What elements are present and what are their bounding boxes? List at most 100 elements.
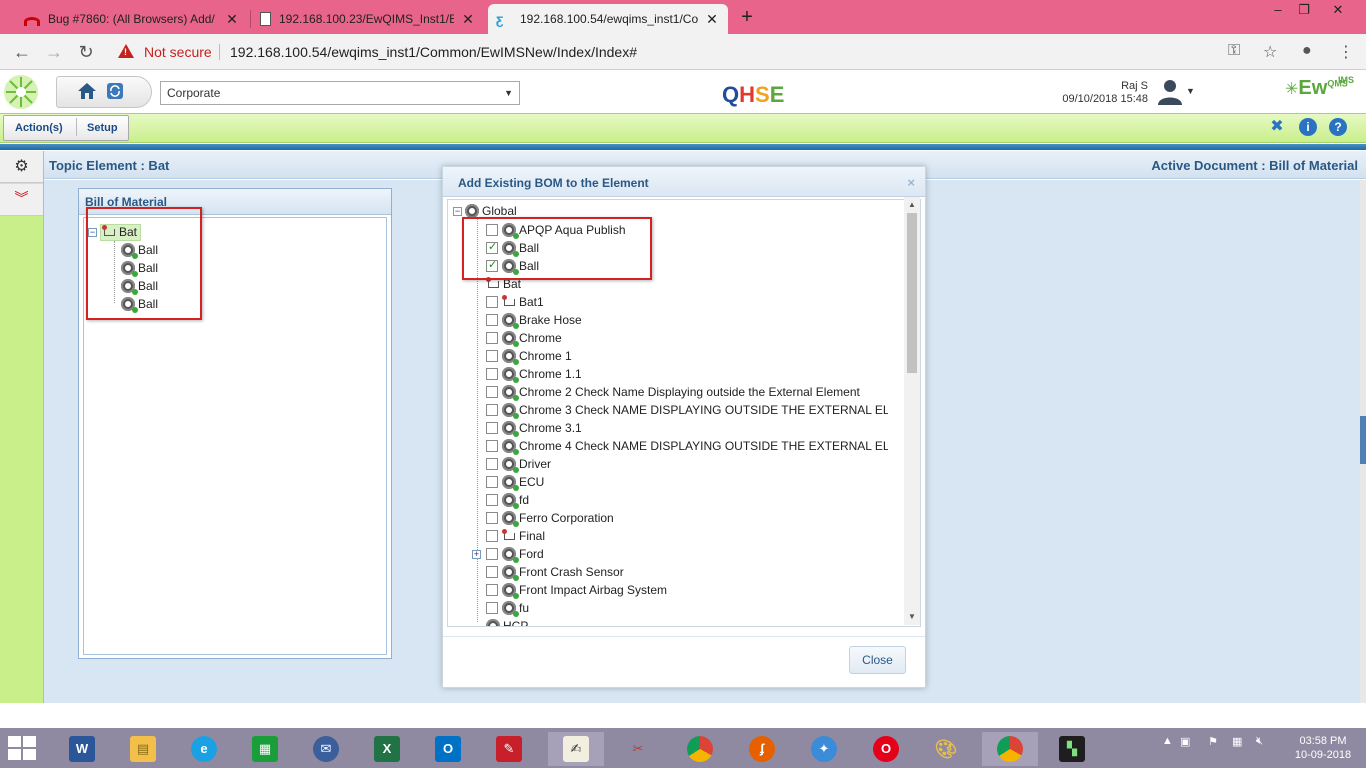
windows-start-icon[interactable] <box>8 736 38 760</box>
snipping-tool-icon[interactable]: ✂ <box>610 732 666 766</box>
dialog-close-icon[interactable]: × <box>907 175 915 190</box>
bom-option-item[interactable]: Bat1 <box>486 293 544 311</box>
close-button[interactable]: Close <box>849 646 906 674</box>
page-scrollbar-thumb[interactable] <box>1360 416 1366 464</box>
menu-actions[interactable]: Action(s) <box>15 122 63 134</box>
firefox-icon[interactable]: ʄ <box>734 732 790 766</box>
checkbox[interactable] <box>486 350 498 362</box>
not-secure-warning-icon[interactable]: ! <box>118 44 134 58</box>
bookmark-star-icon[interactable]: ☆ <box>1263 42 1277 62</box>
scroll-up-icon[interactable]: ▲ <box>904 197 920 213</box>
checkbox[interactable] <box>486 476 498 488</box>
checkbox[interactable] <box>486 566 498 578</box>
dialog-tree-scrollbar[interactable]: ▲ ▼ <box>904 197 920 625</box>
menu-setup[interactable]: Setup <box>87 122 118 134</box>
checkbox[interactable] <box>486 602 498 614</box>
bom-option-item[interactable]: Ferro Corporation <box>486 509 614 527</box>
scroll-down-icon[interactable]: ▼ <box>904 609 920 625</box>
bom-option-item[interactable]: Front Crash Sensor <box>486 563 624 581</box>
back-icon[interactable]: ← <box>10 40 34 64</box>
reload-icon[interactable]: ↻ <box>74 40 98 64</box>
tray-flag-icon[interactable]: ⚑ <box>1208 735 1218 748</box>
key-icon[interactable]: ⚿ <box>1228 42 1240 60</box>
bom-option-item[interactable]: + Ford <box>472 545 544 563</box>
checkbox[interactable] <box>486 512 498 524</box>
checkbox[interactable] <box>486 440 498 452</box>
outlook-icon[interactable]: O <box>420 732 476 766</box>
user-menu-caret-icon[interactable]: ▼ <box>1186 86 1195 96</box>
checkbox[interactable] <box>486 332 498 344</box>
bom-option-item[interactable]: Brake Hose <box>486 311 582 329</box>
bom-option-item[interactable]: Chrome 1 <box>486 347 572 365</box>
bom-option-item[interactable]: Chrome 2 Check Name Displaying outside t… <box>486 383 860 401</box>
paint-app-icon[interactable]: ✎ <box>481 732 537 766</box>
bom-option-item[interactable]: Chrome <box>486 329 562 347</box>
terminal-app-icon[interactable]: ▚ <box>1044 732 1100 766</box>
checkbox[interactable] <box>486 548 498 560</box>
checkbox[interactable] <box>486 314 498 326</box>
page-scrollbar[interactable] <box>1360 180 1366 703</box>
excel-icon[interactable]: X <box>359 732 415 766</box>
bom-option-label: Ferro Corporation <box>519 511 614 525</box>
close-tab-icon[interactable]: ✕ <box>224 11 240 28</box>
checkbox[interactable] <box>486 530 498 542</box>
bom-option-item[interactable]: ECU <box>486 473 544 491</box>
store-icon[interactable]: ▦ <box>237 732 293 766</box>
not-secure-label[interactable]: Not secure <box>144 44 212 60</box>
opera-icon[interactable]: O <box>858 732 914 766</box>
bom-option-item[interactable]: HCP <box>486 617 528 626</box>
network-icon[interactable]: ▦ <box>1232 735 1242 748</box>
file-explorer-icon[interactable]: ▤ <box>115 732 171 766</box>
browser-tab-1[interactable]: Bug #7860: (All Browsers) Add/ F ✕ <box>16 4 248 34</box>
bom-option-item[interactable]: Final <box>486 527 545 545</box>
checkbox[interactable] <box>486 422 498 434</box>
info-icon[interactable]: i <box>1299 118 1317 136</box>
menu-kebab-icon[interactable]: ⋮ <box>1338 42 1354 62</box>
chrome-icon[interactable] <box>672 732 728 766</box>
highlight-box <box>462 217 652 280</box>
bom-option-item[interactable]: Driver <box>486 455 551 473</box>
chrome-active-icon[interactable] <box>982 732 1038 766</box>
safari-icon[interactable]: ✦ <box>796 732 852 766</box>
checkbox[interactable] <box>486 458 498 470</box>
checkbox[interactable] <box>486 404 498 416</box>
expand-icon[interactable]: + <box>472 549 481 559</box>
close-window-icon[interactable]: ✕ <box>1324 0 1352 20</box>
thunderbird-icon[interactable]: ✉ <box>298 732 354 766</box>
help-icon[interactable]: ? <box>1329 118 1347 136</box>
bom-option-item[interactable]: fd <box>486 491 529 509</box>
checkbox[interactable] <box>486 368 498 380</box>
bom-option-item[interactable]: Chrome 4 Check NAME DISPLAYING OUTSIDE T… <box>486 437 888 455</box>
bom-option-item[interactable]: Chrome 1.1 <box>486 365 582 383</box>
internet-explorer-icon[interactable]: e <box>176 732 232 766</box>
bom-option-item[interactable]: Chrome 3 Check NAME DISPLAYING OUTSIDE T… <box>486 401 888 419</box>
dialog-scrollbar-thumb[interactable] <box>907 213 917 373</box>
checkbox[interactable] <box>486 386 498 398</box>
profile-icon[interactable]: ● <box>1302 42 1312 60</box>
minimize-icon[interactable]: – <box>1264 0 1292 20</box>
bom-option-item[interactable]: Chrome 3.1 <box>486 419 582 437</box>
bom-option-item[interactable]: Front Impact Airbag System <box>486 581 667 599</box>
pin-icon[interactable]: ✖ <box>1268 118 1286 136</box>
expand-down-icon[interactable]: ︾ <box>0 184 43 216</box>
volume-muted-icon[interactable]: 🔇︎ <box>1256 735 1263 748</box>
word-icon[interactable]: W <box>54 732 110 766</box>
home-icon[interactable] <box>76 81 98 101</box>
checkbox[interactable] <box>486 296 498 308</box>
corporate-select-value: Corporate <box>167 86 221 100</box>
settings-gear-icon[interactable]: ⚙ <box>0 151 43 183</box>
user-avatar-icon[interactable] <box>1155 76 1185 106</box>
refresh-icon[interactable] <box>106 82 124 100</box>
bom-option-item[interactable]: fu <box>486 599 529 617</box>
checkbox[interactable] <box>486 494 498 506</box>
paint-palette-icon[interactable]: 🎨︎ <box>918 732 974 766</box>
taskbar-clock[interactable]: 03:58 PM 10-09-2018 <box>1290 734 1356 762</box>
tray-app-icon[interactable]: ▣ <box>1180 735 1190 748</box>
bom-option-label: Chrome 2 Check Name Displaying outside t… <box>519 385 860 399</box>
forward-icon[interactable]: → <box>42 40 66 64</box>
tray-expand-icon[interactable]: ▲ <box>1162 735 1173 747</box>
checkbox[interactable] <box>486 584 498 596</box>
editor-app-icon[interactable]: ✍ <box>548 732 604 766</box>
restore-icon[interactable]: ❐ <box>1290 0 1318 20</box>
active-document-title: Active Document : Bill of Material <box>1151 158 1358 173</box>
